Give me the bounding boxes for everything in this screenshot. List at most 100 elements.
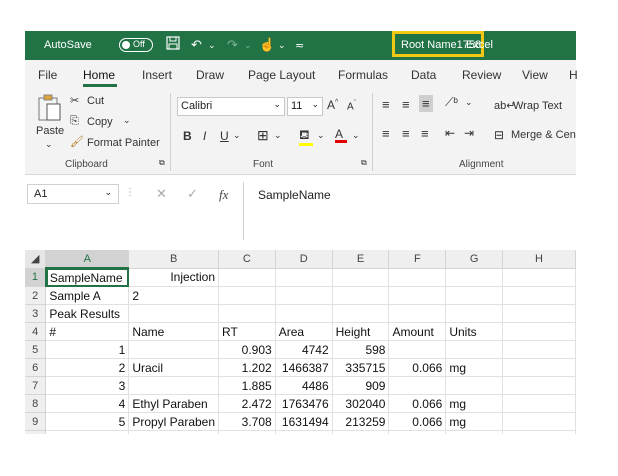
cell-c9[interactable]: 3.708 (218, 412, 276, 431)
cell-c4[interactable]: RT (218, 322, 276, 341)
cell-a10[interactable] (45, 430, 130, 434)
row-header[interactable]: 3 (25, 304, 47, 323)
paste-dropdown-icon[interactable]: ⌄ (45, 139, 53, 150)
paste-button[interactable]: Paste (36, 125, 64, 137)
cell-g9[interactable]: mg (445, 412, 503, 431)
autosave-toggle[interactable]: Off (119, 38, 153, 52)
cell-f3[interactable] (388, 304, 447, 323)
tab-help[interactable]: H (569, 68, 578, 82)
column-header-h[interactable]: H (502, 250, 576, 269)
cut-button[interactable]: Cut (87, 95, 104, 107)
cell-d9[interactable]: 1631494 (275, 412, 333, 431)
cell-d8[interactable]: 1763476 (275, 394, 333, 413)
cell-d5[interactable]: 4742 (275, 340, 333, 359)
cell-a1[interactable]: SampleName (45, 268, 130, 287)
cell-b3[interactable] (128, 304, 220, 323)
cell-b7[interactable] (128, 376, 220, 395)
cell-c2[interactable] (218, 286, 276, 305)
cell-c10[interactable] (218, 430, 276, 434)
cell-a3[interactable]: Peak Results (45, 304, 130, 323)
tab-review[interactable]: Review (462, 68, 501, 82)
cell-e9[interactable]: 213259 (332, 412, 390, 431)
merge-center-button[interactable]: Merge & Cen (511, 129, 576, 141)
cell-b10[interactable] (128, 430, 220, 434)
increase-indent-icon[interactable]: ⇥ (464, 126, 474, 140)
tab-file[interactable]: File (38, 68, 57, 82)
cell-b9[interactable]: Propyl Paraben (128, 412, 220, 431)
middle-align-icon[interactable]: ≡ (402, 97, 410, 112)
column-header-a[interactable]: A (45, 250, 130, 269)
cell-g7[interactable] (445, 376, 503, 395)
save-icon[interactable] (166, 36, 180, 53)
cell-e5[interactable]: 598 (332, 340, 390, 359)
cell-f9[interactable]: 0.066 (388, 412, 447, 431)
cell-a6[interactable]: 2 (45, 358, 130, 377)
cell-f7[interactable] (388, 376, 447, 395)
cell-g3[interactable] (445, 304, 503, 323)
cell-c8[interactable]: 2.472 (218, 394, 276, 413)
cell-e4[interactable]: Height (332, 322, 390, 341)
cell-d2[interactable] (275, 286, 333, 305)
font-color-dropdown-icon[interactable]: ⌄ (352, 130, 360, 141)
row-header[interactable]: 5 (25, 340, 47, 359)
cell-b4[interactable]: Name (128, 322, 220, 341)
cell-g2[interactable] (445, 286, 503, 305)
bold-icon[interactable]: B (183, 129, 192, 143)
row-header[interactable]: 10 (25, 430, 47, 434)
merge-icon[interactable]: ⊟ (494, 128, 504, 142)
cell-a2[interactable]: Sample A (45, 286, 130, 305)
column-header-c[interactable]: C (218, 250, 276, 269)
cell-b5[interactable] (128, 340, 220, 359)
cell-e1[interactable] (332, 268, 390, 287)
cell-b8[interactable]: Ethyl Paraben (128, 394, 220, 413)
cell-h8[interactable] (502, 394, 576, 413)
row-header[interactable]: 8 (25, 394, 47, 413)
touch-dropdown-icon[interactable]: ⌄ (278, 40, 286, 51)
tab-formulas[interactable]: Formulas (338, 68, 388, 82)
cell-c6[interactable]: 1.202 (218, 358, 276, 377)
top-align-icon[interactable]: ≡ (382, 97, 390, 112)
row-header[interactable]: 2 (25, 286, 47, 305)
cell-h1[interactable] (502, 268, 576, 287)
undo-icon[interactable]: ↶ (191, 37, 202, 53)
cell-g6[interactable]: mg (445, 358, 503, 377)
row-header[interactable]: 1 (25, 268, 47, 287)
paste-icon[interactable] (37, 93, 63, 126)
column-header-f[interactable]: F (388, 250, 447, 269)
increase-font-icon[interactable]: A^ (327, 98, 338, 112)
tab-view[interactable]: View (522, 68, 548, 82)
insert-function-icon[interactable]: fx (219, 187, 228, 203)
customize-qat-icon[interactable]: ≂ (295, 39, 304, 52)
cell-g8[interactable]: mg (445, 394, 503, 413)
cell-a4[interactable]: # (45, 322, 130, 341)
tab-page-layout[interactable]: Page Layout (248, 68, 315, 82)
column-header-d[interactable]: D (275, 250, 333, 269)
cell-a9[interactable]: 5 (45, 412, 130, 431)
select-all-corner[interactable]: ◢ (25, 250, 47, 269)
row-header[interactable]: 6 (25, 358, 47, 377)
touch-mode-icon[interactable]: ☝ (259, 37, 275, 53)
copy-button[interactable]: Copy (87, 116, 113, 128)
cell-d6[interactable]: 1466387 (275, 358, 333, 377)
cell-a7[interactable]: 3 (45, 376, 130, 395)
clipboard-launcher-icon[interactable]: ⧉ (159, 158, 165, 168)
underline-icon[interactable]: U (220, 129, 229, 143)
cell-e7[interactable]: 909 (332, 376, 390, 395)
cell-g4[interactable]: Units (445, 322, 503, 341)
tab-insert[interactable]: Insert (142, 68, 172, 82)
cell-f10[interactable] (388, 430, 447, 434)
cell-c3[interactable] (218, 304, 276, 323)
align-right-icon[interactable]: ≡ (421, 126, 429, 141)
spreadsheet-grid[interactable]: ◢ ABCDEFGH 1 SampleName Injection 2 Sample A… (25, 250, 576, 434)
cell-h10[interactable] (502, 430, 576, 434)
row-header[interactable]: 4 (25, 322, 47, 341)
wrap-text-button[interactable]: Wrap Text (513, 100, 562, 112)
cell-b1[interactable]: Injection (128, 268, 220, 287)
format-painter-button[interactable]: Format Painter (87, 137, 160, 149)
font-size-dropdown[interactable]: 11 ⌄ (287, 97, 323, 116)
column-header-g[interactable]: G (445, 250, 503, 269)
cell-f2[interactable] (388, 286, 447, 305)
cell-h2[interactable] (502, 286, 576, 305)
orientation-icon[interactable]: ⟋ᵇ (445, 95, 458, 110)
cell-f5[interactable] (388, 340, 447, 359)
